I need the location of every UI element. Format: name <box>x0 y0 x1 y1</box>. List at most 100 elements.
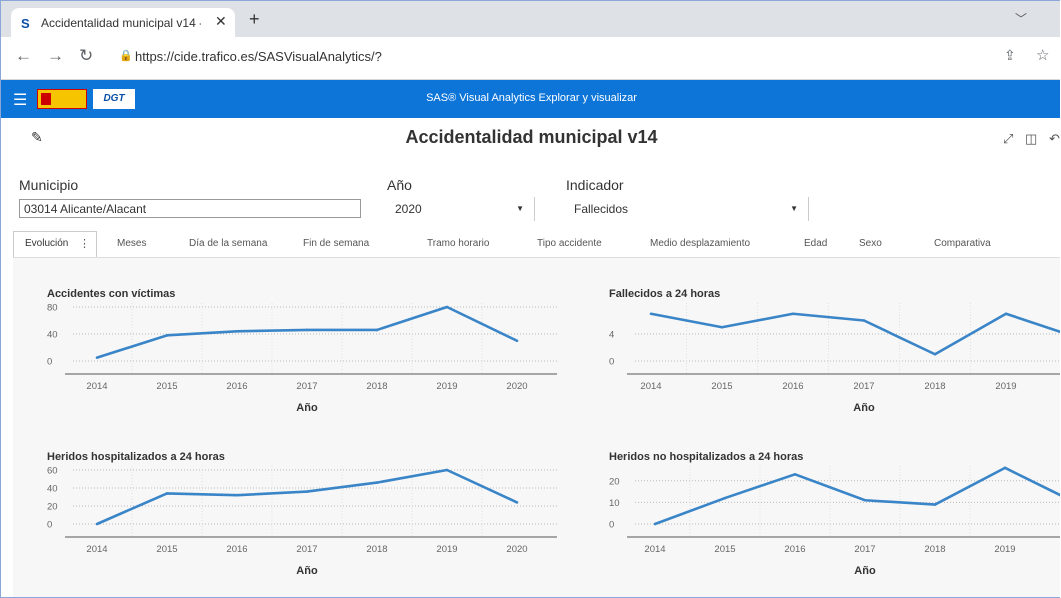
data-point <box>515 501 519 504</box>
x-tick-label: 2018 <box>924 544 945 555</box>
tab-fin-semana[interactable]: Fin de semana <box>303 238 369 249</box>
back-arrow-icon[interactable]: ← <box>15 46 32 66</box>
x-tick-label: 2015 <box>156 544 177 555</box>
anio-dropdown[interactable]: 2020 ▼ <box>387 197 535 221</box>
data-point <box>235 493 239 497</box>
municipio-input[interactable]: 03014 Alicante/Alacant <box>19 199 361 218</box>
tab-tipo-accidente[interactable]: Tipo accidente <box>537 238 602 249</box>
chart-title: Heridos no hospitalizados a 24 horas <box>609 451 803 463</box>
y-tick-label: 4 <box>609 330 614 341</box>
lock-icon: 🔒 <box>119 50 133 62</box>
browser-window: S Accidentalidad municipal v14 - SAS ✕ +… <box>0 0 1060 598</box>
x-axis-label: Año <box>853 402 875 414</box>
x-tick-label: 2014 <box>644 544 665 555</box>
tab-dia-semana[interactable]: Día de la semana <box>189 238 267 249</box>
data-point <box>165 334 169 337</box>
bookmark-star-icon[interactable]: ☆ <box>1036 46 1049 64</box>
dropdown-arrow-icon: ▼ <box>790 204 798 213</box>
x-tick-label: 2020 <box>506 544 527 555</box>
tab-menu-icon[interactable]: ⋮ <box>79 237 90 250</box>
forward-arrow-icon[interactable]: → <box>47 46 64 66</box>
indicador-label: Indicador <box>566 177 624 193</box>
data-point <box>445 305 449 309</box>
report-title: Accidentalidad municipal v14 <box>405 127 658 147</box>
browser-tab-title: Accidentalidad municipal v14 - SAS <box>41 16 201 30</box>
tab-medio-desplazamiento[interactable]: Medio desplazamiento <box>650 238 750 249</box>
data-point <box>235 330 239 333</box>
anio-label: Año <box>387 177 412 193</box>
x-tick-label: 2017 <box>296 381 317 392</box>
x-tick-label: 2019 <box>994 544 1015 555</box>
series-line <box>96 305 518 359</box>
data-point <box>791 312 795 316</box>
anio-selected-value: 2020 <box>395 202 422 216</box>
chart-title: Accidentes con víctimas <box>47 288 175 300</box>
x-tick-label: 2015 <box>714 544 735 555</box>
url-field[interactable]: 🔒 https://cide.trafico.es/SASVisualAnaly… <box>113 43 993 71</box>
data-point <box>649 312 653 316</box>
browser-address-bar: ← → ↻ 🔒 https://cide.trafico.es/SASVisua… <box>1 37 1060 80</box>
data-point <box>375 328 379 332</box>
x-axis-label: Año <box>296 402 318 414</box>
x-tick-label: 2019 <box>995 381 1016 392</box>
series-line <box>96 468 518 526</box>
chart-fallecidos-24h: Fallecidos a 24 horas 0 4 2014 2015 2016 2017 2… <box>609 288 1060 414</box>
x-tick-label: 2016 <box>226 544 247 555</box>
y-tick-label: 60 <box>47 466 58 477</box>
tab-meses[interactable]: Meses <box>117 238 146 249</box>
tab-sexo[interactable]: Sexo <box>859 238 882 249</box>
x-axis-label: Año <box>854 565 876 577</box>
x-tick-label: 2016 <box>782 381 803 392</box>
x-tick-label: 2015 <box>156 381 177 392</box>
undo-icon[interactable]: ↶ <box>1049 131 1060 147</box>
data-point <box>723 496 727 500</box>
data-point <box>793 473 797 476</box>
share-icon[interactable]: ⇪ <box>1004 47 1016 64</box>
y-tick-label: 40 <box>47 330 58 341</box>
data-point <box>933 503 937 506</box>
url-text: https://cide.trafico.es/SASVisualAnalyti… <box>135 49 382 64</box>
y-tick-label: 10 <box>609 498 620 509</box>
chart-title: Fallecidos a 24 horas <box>609 288 720 300</box>
sas-favicon-icon: S <box>21 16 30 31</box>
data-point <box>305 490 309 493</box>
chart-title: Heridos hospitalizados a 24 horas <box>47 451 225 463</box>
sas-header-bar: ☰ DGT SAS® Visual Analytics Explorar y v… <box>1 80 1060 118</box>
chart-heridos-no-hospitalizados: Heridos no hospitalizados a 24 horas 0 10 2… <box>609 451 1060 577</box>
data-point <box>1003 466 1007 470</box>
indicador-dropdown[interactable]: Fallecidos ▼ <box>566 197 809 221</box>
browser-tabstrip: S Accidentalidad municipal v14 - SAS ✕ +… <box>1 1 1060 37</box>
tab-edad[interactable]: Edad <box>804 238 827 249</box>
data-point <box>305 328 309 332</box>
y-tick-label: 20 <box>609 476 620 487</box>
maximize-icon[interactable]: ⤢ <box>1003 131 1013 147</box>
report-tabs: Evolución ⋮ Meses Día de la semana Fin d… <box>13 231 1060 258</box>
indicador-selected-value: Fallecidos <box>574 202 629 216</box>
y-tick-label: 0 <box>609 520 614 531</box>
reload-icon[interactable]: ↻ <box>79 46 93 66</box>
tab-comparativa[interactable]: Comparativa <box>934 238 991 249</box>
chevron-down-icon[interactable]: ﹀ <box>1015 10 1027 27</box>
chart-heridos-hospitalizados: Heridos hospitalizados a 24 horas 0 20 40 60… <box>47 451 557 577</box>
x-tick-label: 2019 <box>436 544 457 555</box>
data-point <box>863 498 867 502</box>
y-tick-label: 40 <box>47 484 58 495</box>
series-line <box>654 466 1060 526</box>
x-tick-label: 2018 <box>366 381 387 392</box>
x-tick-label: 2016 <box>226 381 247 392</box>
tab-tramo-horario[interactable]: Tramo horario <box>427 238 489 249</box>
browser-tab[interactable]: S Accidentalidad municipal v14 - SAS ✕ <box>11 8 235 37</box>
close-tab-icon[interactable]: ✕ <box>215 13 227 30</box>
data-point <box>720 325 724 329</box>
data-point <box>95 522 99 526</box>
x-tick-label: 2016 <box>784 544 805 555</box>
new-tab-button[interactable]: + <box>249 9 260 30</box>
tab-evolucion[interactable]: Evolución <box>25 238 68 249</box>
data-point <box>95 356 99 359</box>
data-point <box>445 468 449 472</box>
data-point <box>165 492 169 495</box>
x-tick-label: 2017 <box>854 544 875 555</box>
panel-icon[interactable]: ◫ <box>1025 131 1037 147</box>
x-tick-label: 2020 <box>506 381 527 392</box>
data-point <box>1004 312 1008 316</box>
